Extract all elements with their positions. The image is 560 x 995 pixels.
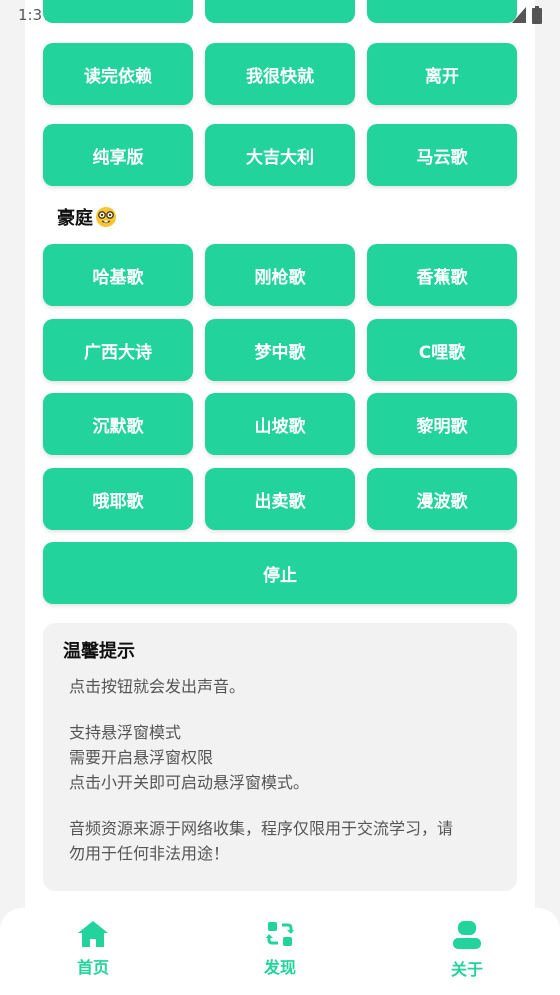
partial-button[interactable] [367, 0, 517, 23]
sound-button[interactable]: 读完依赖 [43, 43, 193, 105]
nav-home[interactable]: 首页 [53, 920, 133, 978]
sound-button[interactable]: 哦耶歌 [43, 468, 193, 530]
bottom-nav: 首页 发现 关于 [0, 908, 560, 995]
tips-text: 需要开启悬浮窗权限 [69, 748, 214, 767]
battery-icon [532, 6, 542, 24]
tips-title: 温馨提示 [63, 641, 135, 662]
nav-about[interactable]: 关于 [427, 920, 507, 980]
tips-text: 勿用于任何非法用途！ [69, 844, 230, 863]
sound-button[interactable]: 漫波歌 [367, 468, 517, 530]
tips-text: 点击按钮就会发出声音。 [69, 677, 246, 696]
tips-text: 点击小开关即可启动悬浮窗模式。 [69, 773, 310, 792]
sound-button[interactable]: 出卖歌 [205, 468, 355, 530]
sound-button[interactable]: 离开 [367, 43, 517, 105]
partial-button[interactable] [205, 0, 355, 23]
tips-text: 支持悬浮窗模式 [69, 723, 182, 742]
sound-button[interactable]: 黎明歌 [367, 393, 517, 455]
sound-button[interactable]: 我很快就 [205, 43, 355, 105]
sound-button[interactable]: 沉默歌 [43, 393, 193, 455]
sound-button[interactable]: C哩歌 [367, 319, 517, 381]
sound-button[interactable]: 香蕉歌 [367, 244, 517, 306]
tips-text: 音频资源来源于网络收集，程序仅限用于交流学习，请 [69, 819, 454, 838]
sound-button[interactable]: 山坡歌 [205, 393, 355, 455]
sound-button[interactable]: 马云歌 [367, 124, 517, 186]
user-icon [453, 921, 481, 949]
nav-discover[interactable]: 发现 [240, 920, 320, 978]
sound-button[interactable]: 大吉大利 [205, 124, 355, 186]
nav-about-label: 关于 [450, 960, 483, 979]
section-title: 豪庭 [57, 204, 117, 230]
sound-button[interactable]: 纯享版 [43, 124, 193, 186]
partial-button[interactable] [43, 0, 193, 23]
nav-home-label: 首页 [76, 958, 109, 977]
nerd-face-icon [95, 206, 117, 228]
sound-button[interactable]: 广西大诗 [43, 319, 193, 381]
sound-button[interactable]: 刚枪歌 [205, 244, 355, 306]
sound-button[interactable]: 梦中歌 [205, 319, 355, 381]
stop-button[interactable]: 停止 [43, 542, 517, 604]
refresh-icon [266, 922, 294, 946]
nav-discover-label: 发现 [263, 958, 296, 977]
home-icon [78, 921, 108, 947]
tips-card: 温馨提示 点击按钮就会发出声音。 支持悬浮窗模式 需要开启悬浮窗权限 点击小开关… [43, 623, 517, 891]
sound-button[interactable]: 哈基歌 [43, 244, 193, 306]
